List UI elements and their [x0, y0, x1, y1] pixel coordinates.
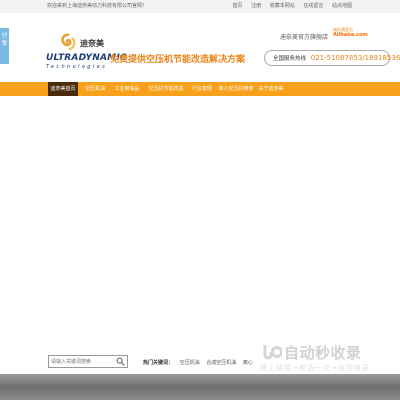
hot-keywords-label: 热门关键词： [143, 360, 174, 366]
share-side-tab[interactable]: 分享 [0, 28, 9, 64]
watermark-title: 自动秒收录 [284, 344, 362, 362]
alibaba-badge[interactable]: 诚信通会员 Alibaba.com [333, 27, 368, 41]
nav-item-compressor-oil[interactable]: 空压机油 [82, 82, 108, 96]
nav-item-industrial-oil[interactable]: 工业用油品 [112, 82, 142, 96]
auto-index-watermark: 自动秒收录 做上链接→来访一次→自动收录 [260, 341, 392, 381]
nav-item-about[interactable]: 关于迪奈美 [258, 82, 284, 96]
swirl-logo-icon [61, 33, 76, 51]
nav-item-energy-saving[interactable]: 空压机节能改造 [146, 82, 186, 96]
top-links: 首页 注册 收藏本网站 在线留言 站点地图 [226, 2, 352, 9]
logo-chinese-name: 迪奈美 [80, 39, 104, 48]
hotline-number: 021-51087853/18918536757 [310, 54, 400, 62]
search-input[interactable] [51, 357, 111, 366]
welcome-text: 欢迎来到上海迪奈美动力科技有限公司官网！ [47, 3, 148, 9]
search-icon[interactable] [116, 357, 125, 366]
nav-item-cases[interactable]: 行业案例 [190, 82, 214, 96]
top-link-home[interactable]: 首页 [233, 3, 243, 9]
nav-item-centrifugal-repair[interactable]: 离心空压机维修 [216, 82, 256, 96]
top-utility-bar: 欢迎来到上海迪奈美动力科技有限公司官网！ 首页 注册 收藏本网站 在线留言 站点… [0, 0, 400, 14]
header-slogan: 免费提供空压机节能改造解决方案 [110, 55, 246, 65]
hot-keyword-link[interactable]: 空压机油 [180, 360, 200, 366]
watermark-subtitle: 做上链接→来访一次→自动收录 [260, 364, 370, 372]
nav-item-home[interactable]: 迪奈美首页 [48, 82, 78, 96]
top-link-message[interactable]: 在线留言 [303, 3, 323, 9]
hotline-label: 全国服务热线 [273, 56, 307, 62]
site-header: 迪奈美 ULTRADYNAMIC Technologies 免费提供空压机节能改… [0, 13, 400, 82]
hot-keyword-link[interactable]: 离心 [243, 360, 253, 366]
top-link-sitemap[interactable]: 站点地图 [332, 3, 352, 9]
main-content-area [0, 96, 400, 352]
flagship-store-link[interactable]: 迪奈美官方旗舰店 [280, 32, 328, 41]
hot-keyword-link[interactable]: 合成空压机油 [206, 360, 236, 366]
top-link-register[interactable]: 注册 [251, 3, 261, 9]
hot-keywords: 热门关键词： 空压机油 合成空压机油 离心 [143, 359, 253, 366]
watermark-logo-icon [263, 345, 282, 360]
top-link-bookmark[interactable]: 收藏本网站 [270, 3, 295, 9]
logo-subtitle: Technologies [46, 64, 108, 70]
search-box [48, 355, 128, 368]
alibaba-logo: Alibaba.com [333, 32, 368, 38]
service-hotline: 全国服务热线 021-51087853/18918536757 [264, 50, 400, 66]
main-nav: 迪奈美首页 空压机油 工业用油品 空压机节能改造 行业案例 离心空压机维修 关于… [0, 82, 400, 96]
